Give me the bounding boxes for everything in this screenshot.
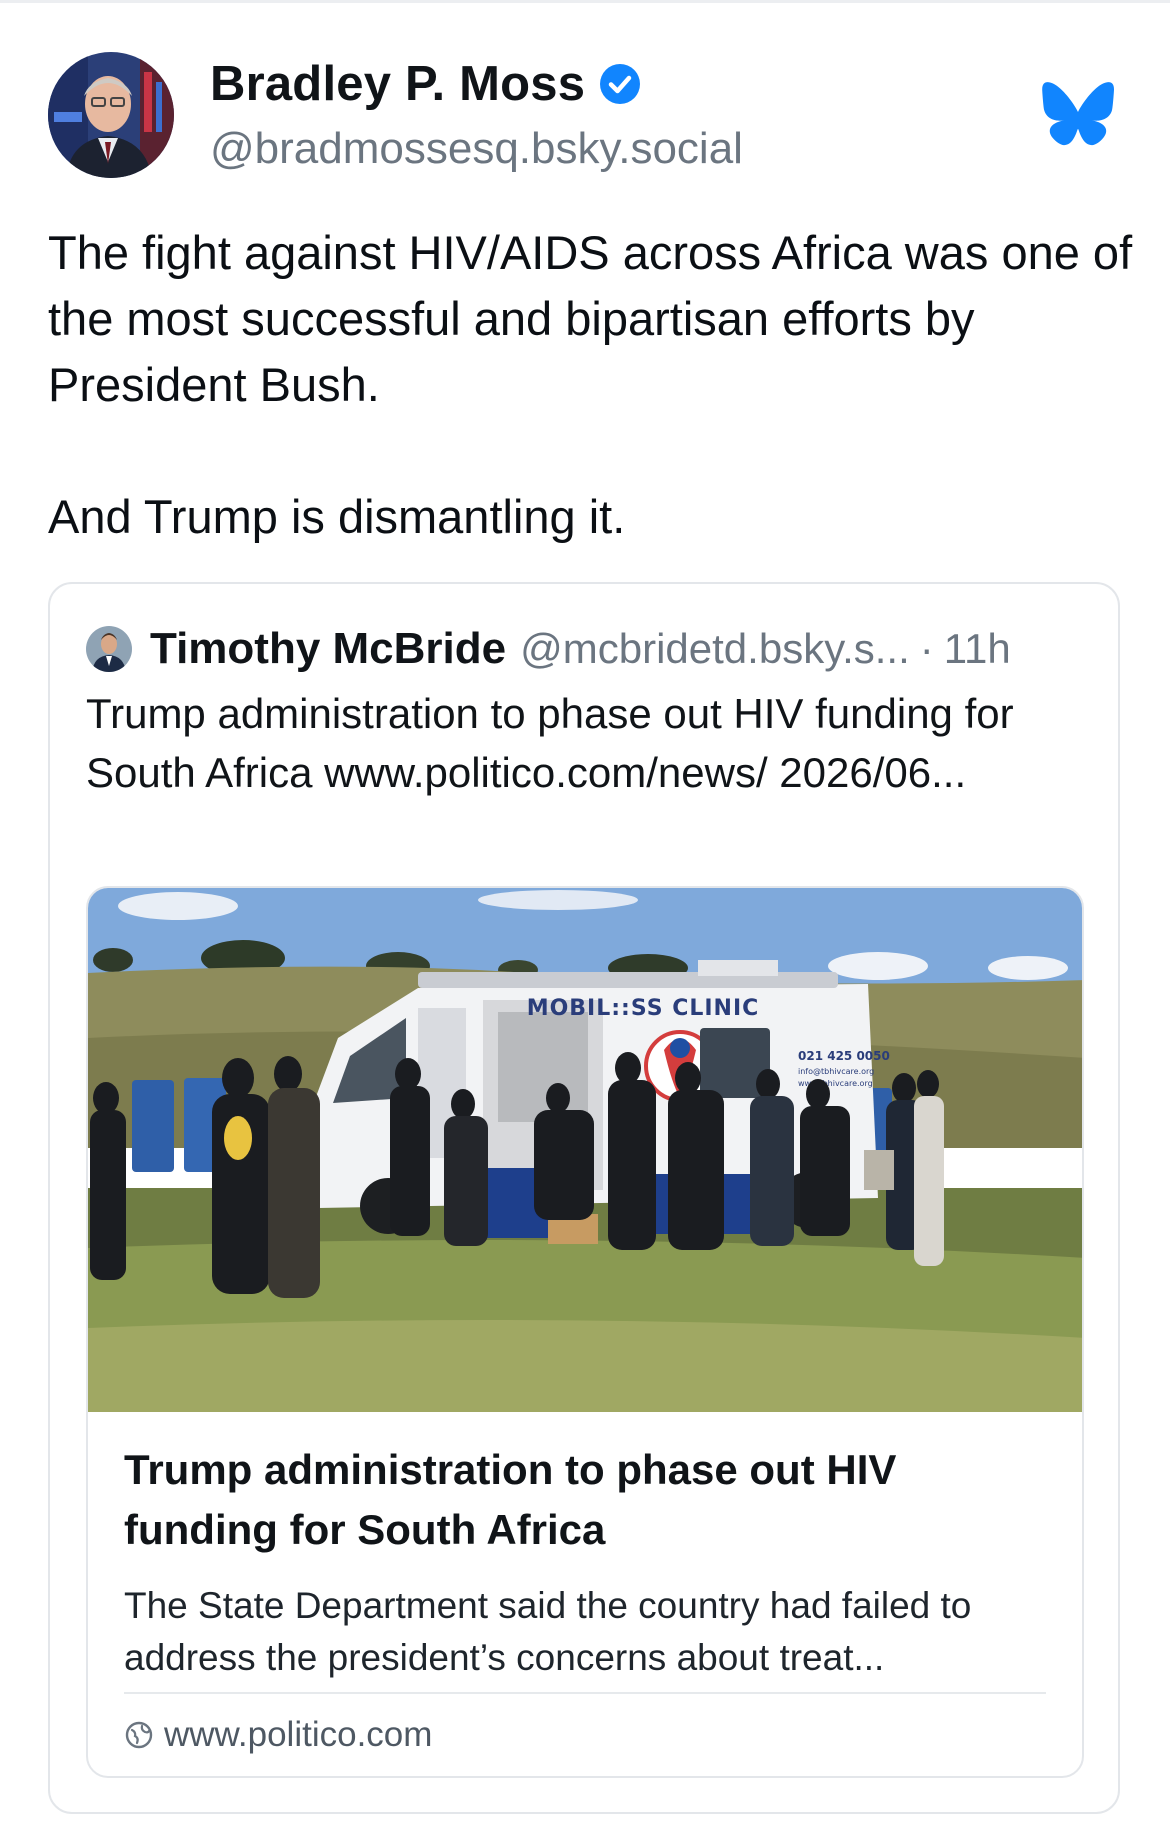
post-screen: Bradley P. Moss @bradmossesq.bsky.social… xyxy=(0,0,1170,1829)
post-paragraph: The fight against HIV/AIDS across Africa… xyxy=(48,226,1133,411)
van-phone-text: 021 425 0050 xyxy=(798,1049,890,1063)
van-sign-text: MOBIL::SS CLINIC xyxy=(527,996,760,1021)
link-description: The State Department said the country ha… xyxy=(124,1585,972,1678)
bluesky-butterfly-icon[interactable] xyxy=(1042,82,1114,148)
post-text: The fight against HIV/AIDS across Africa… xyxy=(48,220,1138,550)
author-handle[interactable]: @bradmossesq.bsky.social xyxy=(210,124,743,174)
post-paragraph: And Trump is dismantling it. xyxy=(48,490,626,543)
link-title[interactable]: Trump administration to phase out HIV fu… xyxy=(124,1440,1044,1560)
quote-post-card[interactable]: Timothy McBride @mcbridetd.bsky.s... · 1… xyxy=(48,582,1120,1814)
quote-timestamp: 11h xyxy=(943,625,1011,672)
avatar-photo xyxy=(48,52,174,178)
author-name[interactable]: Bradley P. Moss xyxy=(210,56,585,112)
link-domain-row[interactable]: www.politico.com xyxy=(124,1710,432,1760)
link-preview-card[interactable]: MOBIL::SS CLINIC 021 425 0050 info@tbhiv… xyxy=(86,886,1084,1778)
quote-author-handle[interactable]: @mcbridetd.bsky.s... xyxy=(520,625,910,673)
quote-avatar-photo xyxy=(86,626,132,672)
author-avatar[interactable] xyxy=(48,52,174,178)
quote-text: Trump administration to phase out HIV fu… xyxy=(86,690,1014,796)
author-name-row[interactable]: Bradley P. Moss xyxy=(210,56,641,112)
quote-header: Timothy McBride @mcbridetd.bsky.s... · 1… xyxy=(86,622,1096,676)
quote-author-name[interactable]: Timothy McBride xyxy=(150,624,506,674)
link-preview-image: MOBIL::SS CLINIC 021 425 0050 info@tbhiv… xyxy=(88,888,1082,1412)
van-email-text: info@tbhivcare.org xyxy=(798,1067,874,1076)
link-divider xyxy=(124,1692,1046,1694)
verified-badge-icon xyxy=(600,64,641,104)
link-domain[interactable]: www.politico.com xyxy=(164,1715,432,1755)
quote-separator: · xyxy=(919,625,934,672)
top-divider xyxy=(0,0,1170,3)
globe-icon xyxy=(125,1721,153,1749)
quote-author-avatar[interactable] xyxy=(86,626,132,672)
